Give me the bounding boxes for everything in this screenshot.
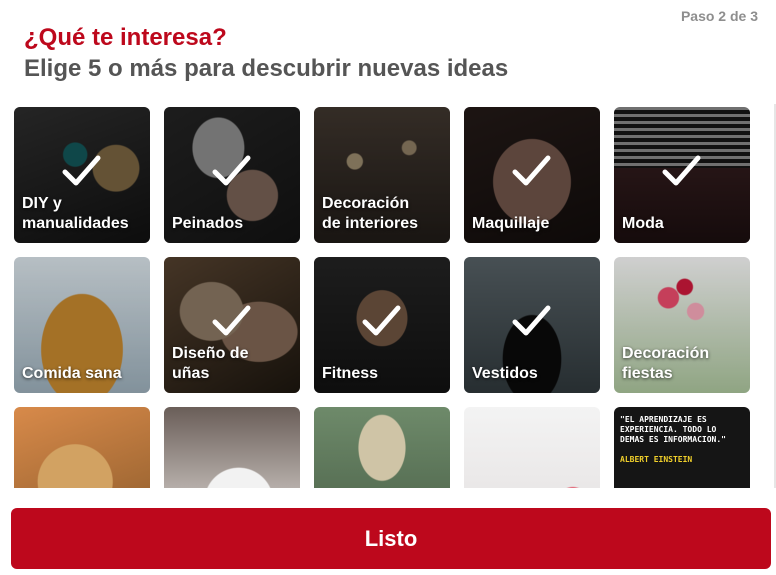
topic-tile[interactable] — [164, 407, 300, 488]
quote-author: ALBERT EINSTEIN — [620, 455, 693, 464]
topic-tile[interactable] — [314, 407, 450, 488]
check-icon — [512, 155, 551, 186]
step-indicator: Paso 2 de 3 — [680, 8, 758, 24]
topic-tile-vestidos[interactable]: Vestidos — [464, 257, 600, 393]
topic-tile-fitness[interactable]: Fitness — [314, 257, 450, 393]
check-icon — [62, 155, 101, 186]
topic-label: Peinados — [172, 215, 244, 232]
topic-tile-maquillaje[interactable]: Maquillaje — [464, 107, 600, 243]
topic-label: Decoración de interiores — [322, 195, 419, 232]
topics-grid: DIY y manualidades Peinados Decoración d… — [0, 96, 776, 488]
check-icon — [512, 305, 551, 336]
topic-label: Comida sana — [22, 365, 122, 382]
topic-label: Fitness — [322, 365, 379, 382]
check-icon — [362, 305, 401, 336]
topic-tile[interactable] — [14, 407, 150, 488]
topic-tile[interactable] — [464, 407, 600, 488]
page-title: ¿Qué te interesa? — [24, 24, 227, 51]
topic-tile-diy[interactable]: DIY y manualidades — [14, 107, 150, 243]
topic-label: Diseño de uñas — [172, 345, 249, 382]
check-icon — [212, 155, 251, 186]
topic-label: Decoración fiestas — [622, 345, 710, 382]
topic-label: Vestidos — [472, 365, 538, 382]
topic-tile-peinados[interactable]: Peinados — [164, 107, 300, 243]
done-button[interactable]: Listo — [11, 508, 771, 569]
page-subtitle: Elige 5 o más para descubrir nuevas idea… — [24, 55, 509, 82]
topic-tile-decoracion-fiestas[interactable]: Decoración fiestas — [614, 257, 750, 393]
topic-label: Maquillaje — [472, 215, 550, 232]
topic-tile-diseno-unas[interactable]: Diseño de uñas — [164, 257, 300, 393]
topic-tile-moda[interactable]: Moda — [614, 107, 750, 243]
topic-tile-quote[interactable]: "EL APRENDIZAJE ES EXPERIENCIA. TODO LO … — [614, 407, 750, 488]
topic-tile-comida-sana[interactable]: Comida sana — [14, 257, 150, 393]
check-icon — [212, 305, 251, 336]
topic-label: DIY y manualidades — [22, 195, 129, 232]
topic-label: Moda — [622, 215, 664, 232]
check-icon — [662, 155, 701, 186]
topic-tile-decoracion-interiores[interactable]: Decoración de interiores — [314, 107, 450, 243]
quote-text: "EL APRENDIZAJE ES EXPERIENCIA. TODO LO … — [620, 415, 726, 444]
